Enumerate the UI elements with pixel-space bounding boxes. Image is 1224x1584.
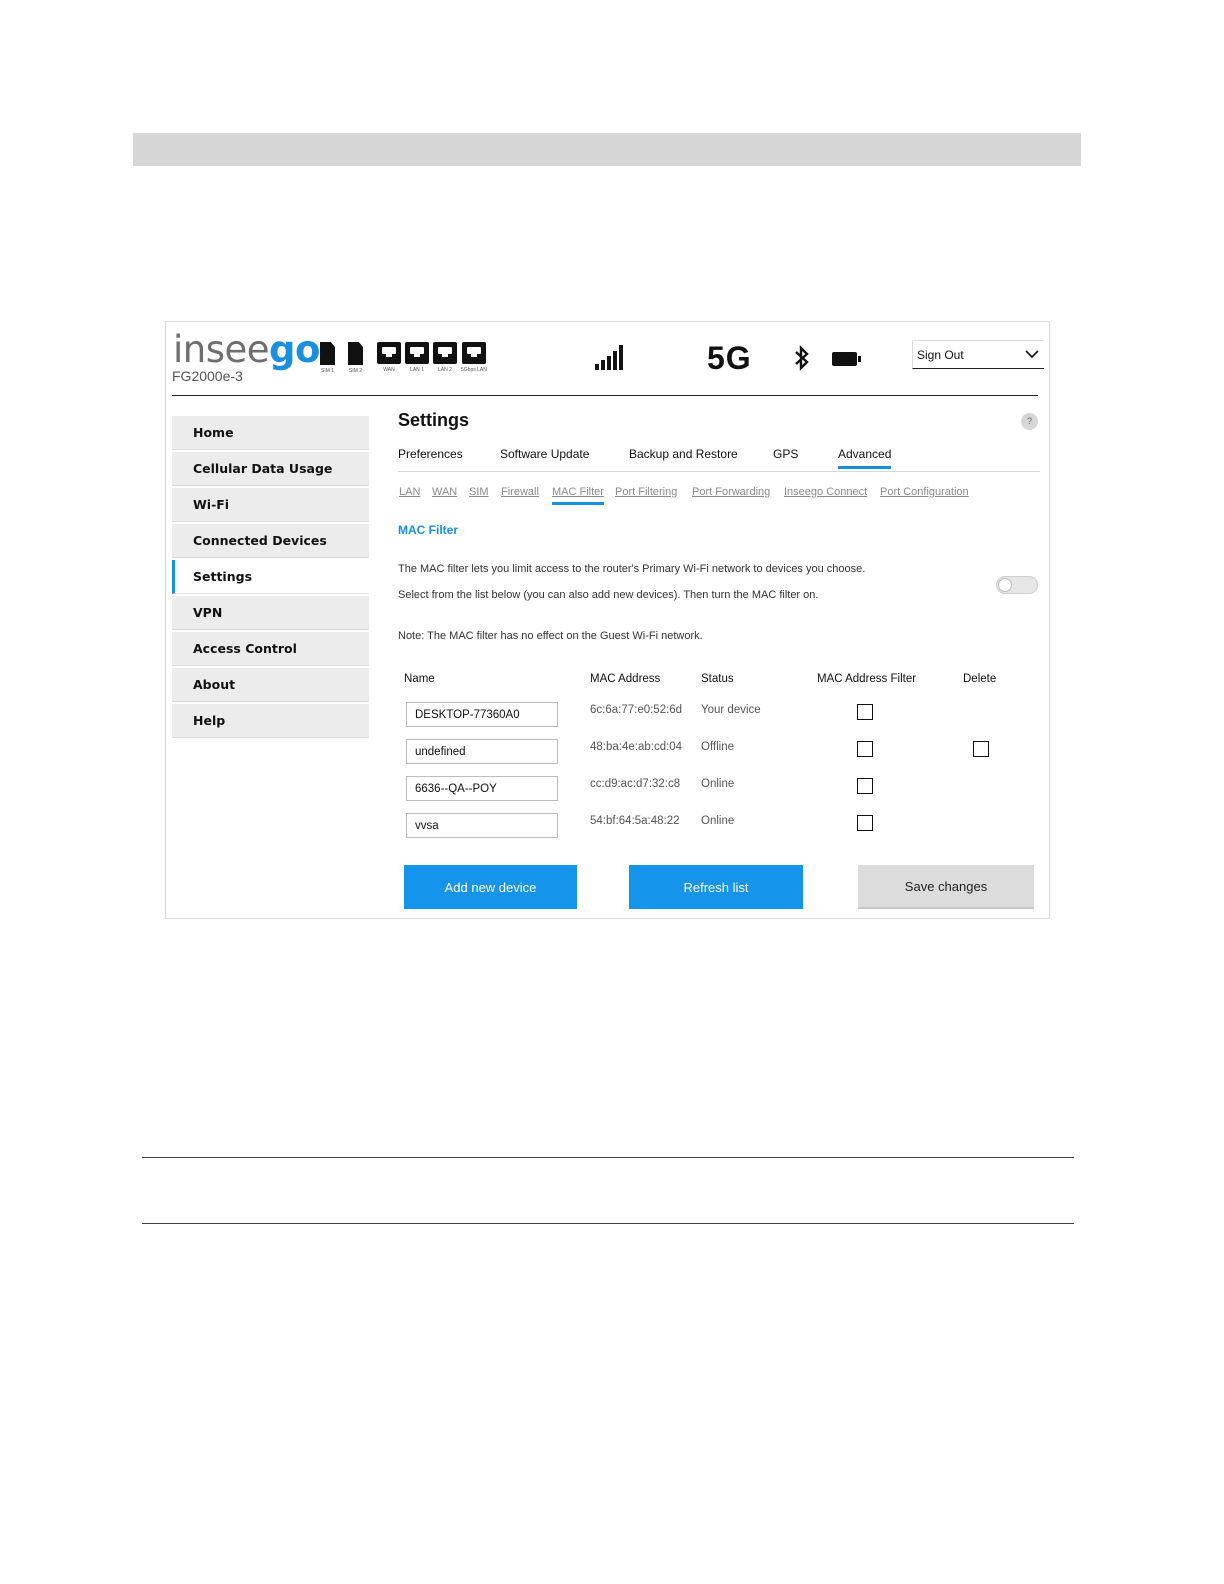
sidebar-item-cellular-data-usage[interactable]: Cellular Data Usage [172,452,369,486]
sidebar-nav: Home Cellular Data Usage Wi-Fi Connected… [172,416,369,740]
column-header-delete: Delete [963,673,997,685]
tab-advanced[interactable]: Advanced [838,447,892,469]
document-header-band [133,133,1081,166]
device-status: Online [701,815,735,827]
device-status: Offline [701,741,735,753]
sidebar-item-home[interactable]: Home [172,416,369,450]
subtab-port-configuration[interactable]: Port Configuration [880,486,969,498]
column-header-mac-address: MAC Address [590,673,661,685]
table-row: 48:ba:4e:ab:cd:04 Offline [398,739,1040,769]
column-header-name: Name [404,673,435,685]
document-rule-top [142,1157,1074,1158]
refresh-list-button[interactable]: Refresh list [629,865,803,909]
mac-filter-checkbox[interactable] [857,704,873,720]
page-title: Settings [398,410,470,430]
sign-out-dropdown[interactable]: Sign Out [912,340,1044,369]
delete-checkbox[interactable] [973,741,989,757]
device-mac-address: 6c:6a:77:e0:52:6d [590,704,683,716]
tab-software-update[interactable]: Software Update [500,447,589,461]
section-title: MAC Filter [398,523,458,537]
sim-icon [348,342,363,365]
column-header-mac-address-filter: MAC Address Filter [817,673,917,685]
help-icon[interactable]: ? [1021,413,1038,430]
lan1-port-indicator: LAN 1 [405,342,429,374]
device-name-input[interactable] [406,702,558,727]
document-rule-bottom [142,1223,1074,1224]
device-mac-address: cc:d9:ac:d7:32:c8 [590,778,681,790]
subtab-mac-filter[interactable]: MAC Filter [552,486,604,505]
sign-out-label: Sign Out [917,347,964,362]
ethernet-port-icon [433,342,457,364]
table-row: 54:bf:64:5a:48:22 Online [398,813,1040,843]
device-model: FG2000e-3 [172,368,243,384]
tab-preferences[interactable]: Preferences [398,447,463,461]
wan-port-indicator: WAN [377,342,401,374]
5gbps-lan-port-indicator: 5Gbps LAN [461,342,487,374]
bluetooth-icon [795,345,809,371]
subtab-firewall[interactable]: Firewall [501,486,539,498]
sidebar-item-connected-devices[interactable]: Connected Devices [172,524,369,558]
table-row: 6c:6a:77:e0:52:6d Your device [398,702,1040,732]
ethernet-port-icon [461,342,486,364]
sim2-indicator: SIM 2 [348,342,363,375]
toggle-knob [998,578,1012,592]
device-status: Your device [701,704,761,716]
tab-gps[interactable]: GPS [773,447,798,461]
mac-filter-checkbox[interactable] [857,815,873,831]
mac-filter-note: Note: The MAC filter has no effect on th… [398,630,703,642]
device-name-input[interactable] [406,739,558,764]
sim1-indicator: SIM 1 [320,342,335,375]
sidebar-item-about[interactable]: About [172,668,369,702]
sidebar-item-settings[interactable]: Settings [172,560,369,594]
mac-filter-instructions: Select from the list below (you can also… [398,589,819,601]
network-type: 5G [707,340,752,376]
device-name-input[interactable] [406,813,558,838]
add-new-device-button[interactable]: Add new device [404,865,577,909]
battery-icon [832,352,861,366]
subtab-lan[interactable]: LAN [399,486,420,498]
tab-backup-and-restore[interactable]: Backup and Restore [629,447,738,461]
subtab-port-filtering[interactable]: Port Filtering [615,486,677,498]
device-mac-address: 54:bf:64:5a:48:22 [590,815,680,827]
sim-icon [320,342,335,365]
save-changes-button[interactable]: Save changes [858,865,1034,909]
table-row: cc:d9:ac:d7:32:c8 Online [398,776,1040,806]
advanced-subtabs: LAN WAN SIM Firewall MAC Filter Port Fil… [398,486,1040,506]
inseego-logo: inseego [173,328,320,371]
device-mac-address: 48:ba:4e:ab:cd:04 [590,741,683,753]
header-divider [172,395,1038,396]
mac-filter-checkbox[interactable] [857,741,873,757]
mac-filter-toggle[interactable] [996,576,1038,594]
signal-strength-icon [595,344,625,370]
mac-filter-description: The MAC filter lets you limit access to … [398,563,866,575]
settings-tabs: Preferences Software Update Backup and R… [398,447,1040,472]
mac-filter-checkbox[interactable] [857,778,873,794]
device-status: Online [701,778,735,790]
sidebar-item-help[interactable]: Help [172,704,369,738]
subtab-inseego-connect[interactable]: Inseego Connect [784,486,867,498]
router-admin-screenshot: inseego FG2000e-3 SIM 1 SIM 2 WAN LAN 1 … [165,321,1050,919]
sidebar-item-wifi[interactable]: Wi-Fi [172,488,369,522]
sidebar-item-vpn[interactable]: VPN [172,596,369,630]
subtab-wan[interactable]: WAN [432,486,457,498]
chevron-down-icon [1025,350,1039,359]
subtab-port-forwarding[interactable]: Port Forwarding [692,486,770,498]
ethernet-port-icon [405,342,429,364]
column-header-status: Status [701,673,734,685]
lan2-port-indicator: LAN 2 [433,342,457,374]
ethernet-port-icon [377,342,401,364]
sidebar-item-access-control[interactable]: Access Control [172,632,369,666]
device-name-input[interactable] [406,776,558,801]
subtab-sim[interactable]: SIM [469,486,489,498]
